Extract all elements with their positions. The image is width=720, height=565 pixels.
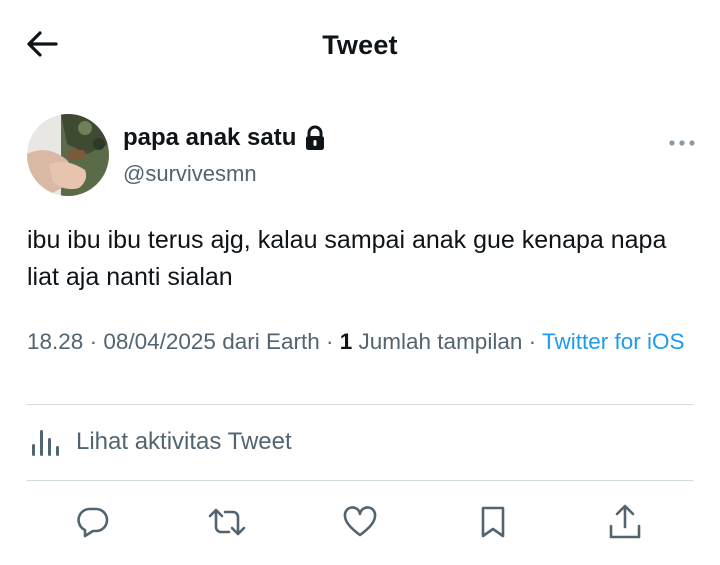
views-count: 1 bbox=[339, 329, 353, 354]
tweet-source-link[interactable]: Twitter for iOS bbox=[542, 329, 685, 354]
heart-icon bbox=[343, 506, 377, 537]
bar-chart-icon bbox=[30, 424, 62, 460]
more-options-button[interactable] bbox=[664, 132, 700, 154]
tweet-date[interactable]: 08/04/2025 bbox=[103, 329, 216, 354]
page-title: Tweet bbox=[322, 30, 398, 60]
reply-icon bbox=[77, 507, 109, 538]
share-button[interactable] bbox=[603, 500, 647, 544]
author-name[interactable]: papa anak satu bbox=[123, 124, 296, 152]
action-bar bbox=[0, 500, 720, 544]
share-icon bbox=[609, 504, 641, 539]
divider bbox=[27, 480, 693, 481]
more-icon bbox=[669, 140, 695, 146]
lock-icon bbox=[304, 125, 326, 151]
meta-separator: · bbox=[522, 329, 542, 354]
bookmark-button[interactable] bbox=[471, 500, 515, 544]
meta-separator: · bbox=[83, 329, 104, 354]
retweet-icon bbox=[208, 508, 246, 536]
tweet-time[interactable]: 18.28 bbox=[27, 329, 83, 354]
retweet-button[interactable] bbox=[205, 500, 249, 544]
tweet-location: dari Earth bbox=[215, 329, 320, 354]
tweet-text: ibu ibu ibu terus ajg, kalau sampai anak… bbox=[27, 226, 667, 291]
views-label: Jumlah tampilan bbox=[352, 329, 523, 354]
meta-separator: · bbox=[319, 329, 340, 354]
view-activity-button[interactable]: Lihat aktivitas Tweet bbox=[30, 424, 292, 460]
reply-button[interactable] bbox=[71, 500, 115, 544]
divider bbox=[27, 404, 693, 405]
tweet-meta: 18.28 · 08/04/2025 dari Earth · 1 Jumlah… bbox=[27, 327, 697, 357]
bookmark-icon bbox=[481, 506, 505, 538]
avatar[interactable] bbox=[27, 114, 109, 196]
like-button[interactable] bbox=[338, 500, 382, 544]
author-handle[interactable]: @survivesmn bbox=[123, 161, 257, 187]
top-bar: Tweet bbox=[0, 0, 720, 90]
view-activity-label: Lihat aktivitas Tweet bbox=[76, 428, 292, 455]
author-name-row: papa anak satu bbox=[123, 124, 326, 152]
